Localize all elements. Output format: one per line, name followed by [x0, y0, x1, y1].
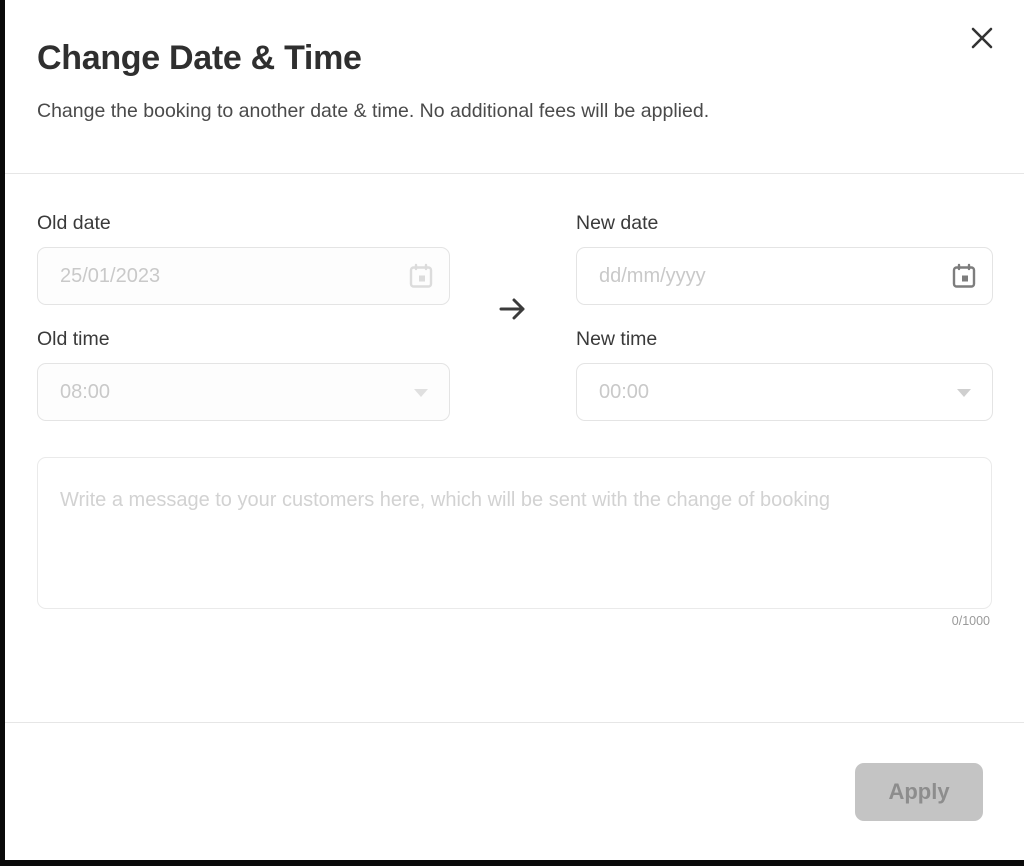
chevron-down-icon: [407, 378, 435, 406]
new-date-label: New date: [576, 212, 659, 234]
character-counter: 0/1000: [951, 614, 990, 628]
field-group-old-date: Old date 25/01/2023: [37, 211, 450, 305]
old-time-select[interactable]: 08:00: [37, 363, 450, 421]
field-group-new-date: New date dd/mm/yyyy: [576, 211, 993, 305]
old-time-value: 08:00: [60, 381, 111, 403]
change-date-time-dialog: Change Date & Time Change the booking to…: [5, 0, 1024, 860]
chevron-down-icon[interactable]: [950, 378, 978, 406]
new-date-placeholder: dd/mm/yyyy: [599, 265, 706, 287]
message-field-wrapper: Write a message to your customers here, …: [37, 457, 992, 628]
calendar-icon: [407, 262, 435, 290]
field-group-old-time: Old time 08:00: [37, 327, 450, 421]
old-date-input[interactable]: 25/01/2023: [37, 247, 450, 305]
field-group-new-time: New time 00:00: [576, 327, 993, 421]
date-time-fields: Old date 25/01/2023 New date dd/mm/yyyy …: [37, 174, 993, 421]
transition-arrow: [450, 211, 576, 421]
dialog-footer: Apply: [5, 722, 1024, 860]
close-icon: [969, 25, 995, 51]
old-date-value: 25/01/2023: [60, 265, 161, 287]
old-time-label: Old time: [37, 328, 110, 350]
calendar-icon[interactable]: [950, 262, 978, 290]
arrow-right-icon: [496, 294, 530, 329]
apply-button[interactable]: Apply: [855, 762, 983, 821]
dialog-subtitle: Change the booking to another date & tim…: [37, 100, 710, 122]
old-date-label: Old date: [37, 212, 111, 234]
dialog-backdrop: Change Date & Time Change the booking to…: [0, 0, 1024, 866]
message-placeholder: Write a message to your customers here, …: [60, 489, 831, 511]
message-textarea[interactable]: Write a message to your customers here, …: [37, 457, 992, 609]
close-button[interactable]: [962, 18, 1002, 58]
new-date-input[interactable]: dd/mm/yyyy: [576, 247, 993, 305]
page-title: Change Date & Time: [37, 39, 362, 77]
new-time-value: 00:00: [599, 381, 650, 403]
new-time-select[interactable]: 00:00: [576, 363, 993, 421]
dialog-body: Old date 25/01/2023 New date dd/mm/yyyy …: [5, 174, 1024, 722]
dialog-header: Change Date & Time Change the booking to…: [5, 0, 1024, 174]
new-time-label: New time: [576, 328, 658, 350]
